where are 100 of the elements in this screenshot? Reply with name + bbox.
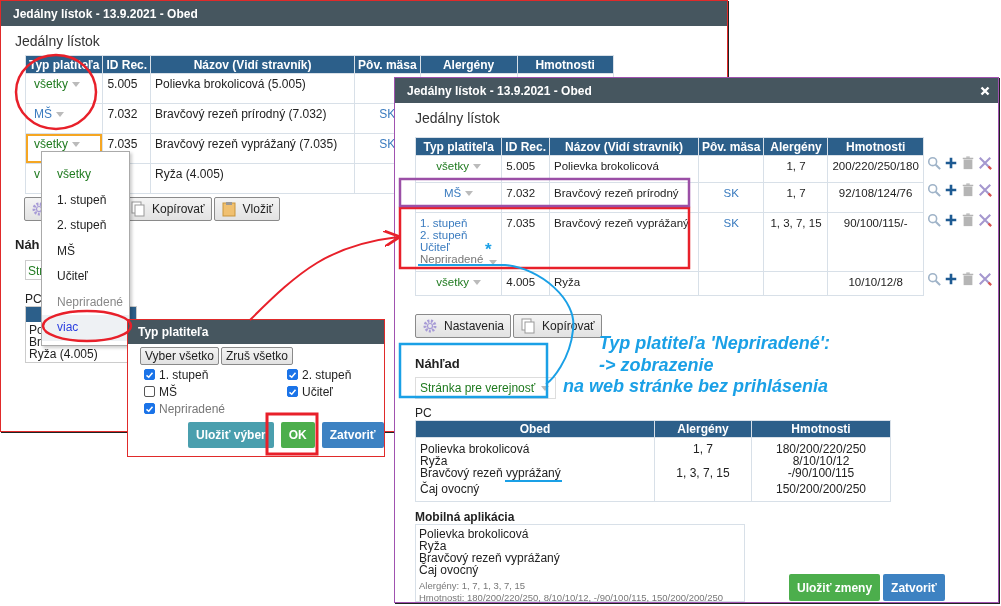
menu-item[interactable]: Nepriradené (42, 289, 129, 315)
plus-icon[interactable] (943, 271, 958, 286)
table-cell: 5.005 (501, 155, 550, 183)
table-cell-text: -/90/100/115 (786, 467, 856, 479)
table-cell-text: Ryža (420, 455, 448, 467)
table-cell-text: Čaj ovocný (420, 483, 481, 495)
meat-origin-link[interactable]: SK (379, 137, 396, 151)
note-text: Hmotnosti: 180/200/220/250, 8/10/10/12, -/90/100/115, 150/200/200/250 (419, 592, 725, 604)
annotation-asterisk: * (485, 240, 492, 260)
table-cell: Bravčový rezeň vyprážaný (549, 212, 699, 272)
table-cell-text: Bravčový rezeň vyprážaný (420, 467, 562, 479)
checkbox[interactable] (144, 403, 155, 414)
table-cell: 5.005 (102, 73, 151, 104)
column-header: Názov (Vidí stravník) (150, 55, 355, 74)
table-cell: 1, 7 (786, 160, 806, 172)
tools-icon[interactable] (977, 155, 992, 170)
tools-icon[interactable] (977, 271, 992, 286)
payer-checkbox[interactable]: Učiteľ (287, 384, 387, 399)
payer-checkbox[interactable]: 1. stupeň (144, 367, 287, 382)
payer-type-dropdown[interactable]: všetky (25, 133, 103, 164)
payer-type-dropdown[interactable]: všetky (415, 271, 502, 296)
dialog-button[interactable]: Zatvoriť (883, 574, 945, 601)
tools-icon[interactable] (977, 212, 992, 227)
column-header: Pôv. mäsa (698, 137, 764, 156)
note-text: Alergény: 1, 7, 1, 3, 7, 15 (419, 580, 527, 592)
plus-icon[interactable] (943, 212, 958, 227)
table-cell: 7.032 (102, 103, 151, 134)
column-header: Hmotnosti (827, 137, 924, 156)
column-header: Hmotnosti (751, 420, 891, 438)
payer-checkbox[interactable]: MŠ (144, 384, 287, 399)
table-cell: 1, 3, 7, 15 (770, 217, 822, 229)
clipboard-icon (220, 201, 237, 217)
toolbar-button[interactable]: Nastavenia (415, 314, 512, 338)
column-header: Hmotnosti (517, 55, 614, 74)
column-header: Typ platiteľa (415, 137, 502, 156)
payer-checkbox[interactable]: Nepriradené (144, 401, 287, 416)
table-cell-text: 180/200/220/250 (774, 443, 868, 455)
table-cell-text: 1, 7 (692, 443, 714, 455)
plus-icon[interactable] (943, 155, 958, 170)
toolbar-button[interactable]: Vložiť (213, 197, 281, 221)
annotation-text: Typ platiteľa 'Nepriradené': (599, 333, 831, 354)
table-cell-text: 8/10/10/12 (791, 455, 851, 467)
dish-text: Ryža (4.005) (29, 348, 99, 360)
table-cell: Bravčový rezeň prírodný (549, 182, 699, 213)
table-cell: 92/108/124/76 (838, 187, 913, 199)
table-cell-text: Polievka brokolicová (420, 443, 531, 455)
dropdown-caret-icon (72, 81, 80, 87)
section-heading: Náhľad (415, 356, 460, 372)
annotation-text: na web stránke bez prihlásenia (563, 376, 829, 397)
payer-type-dropdown[interactable]: všetky (25, 73, 103, 104)
checkbox[interactable] (287, 369, 298, 380)
menu-item[interactable]: Učiteľ (42, 264, 129, 290)
table-cell: 4.005 (501, 271, 550, 296)
dialog-button[interactable]: Zatvoriť (321, 422, 384, 448)
payer-type-dropdown[interactable]: všetky (415, 155, 502, 183)
column-header: Alergény (654, 420, 752, 438)
menu-item[interactable]: MŠ (42, 238, 129, 264)
table-cell: Polievka brokolicová (549, 155, 699, 183)
table-cell: 90/100/115/- (843, 217, 908, 229)
table-cell: 1, 7 (786, 187, 806, 199)
dialog-button[interactable]: Uložiť výber (188, 422, 274, 448)
table-cell: Ryža (549, 271, 699, 296)
dish-text: Br (29, 336, 42, 348)
column-header: Obed (415, 420, 655, 438)
payer-type-dropdown[interactable]: MŠ (25, 103, 103, 134)
payer-type-dropdown[interactable]: MŠ (415, 182, 502, 213)
table-cell: Bravčový rezeň prírodný (7.032) (150, 103, 355, 134)
plus-icon[interactable] (943, 182, 958, 197)
meat-origin-link[interactable]: SK (723, 217, 739, 229)
close-icon[interactable] (980, 85, 990, 96)
select-button[interactable]: Zruš všetko (220, 347, 293, 365)
dropdown-caret-icon (56, 111, 64, 117)
preview-dropdown[interactable]: Stránka pre verejnosť (415, 377, 557, 399)
column-header: Alergény (763, 137, 828, 156)
column-header: ID Rec. (102, 55, 151, 74)
payer-checkbox[interactable]: 2. stupeň (287, 367, 387, 382)
annotation-text: -> zobrazenie (599, 355, 714, 376)
dropdown-caret-icon (489, 260, 498, 265)
menu-item[interactable]: všetky (42, 162, 129, 188)
column-header: Alergény (420, 55, 518, 74)
select-button[interactable]: Vyber všetko (140, 347, 219, 365)
mobile-label: Mobilná aplikácia (415, 510, 515, 524)
dish-text: Ryža (419, 540, 447, 552)
checkbox[interactable] (144, 386, 155, 397)
checkbox[interactable] (144, 369, 155, 380)
table-cell: Ryža (4.005) (150, 163, 355, 194)
column-header: Pôv. mäsa (354, 55, 421, 74)
dish-text: Polievka brokolicová (419, 528, 530, 540)
table-cell: 7.035 (501, 212, 550, 272)
pc-label: PC (415, 406, 432, 420)
dropdown-caret-icon (465, 190, 474, 196)
checkbox[interactable] (287, 386, 298, 397)
tools-icon[interactable] (977, 182, 992, 197)
table-cell: Bravčový rezeň vyprážaný (7.035) (150, 133, 355, 164)
column-header: ID Rec. (501, 137, 550, 156)
table-cell: 200/220/250/180 (832, 160, 919, 172)
window-title: Jedálny lístok - 13.9.2021 - Obed (407, 83, 592, 98)
section-heading: Jedálny lístok (15, 33, 100, 51)
meat-origin-link[interactable]: SK (379, 107, 396, 121)
meat-origin-link[interactable]: SK (723, 187, 739, 199)
